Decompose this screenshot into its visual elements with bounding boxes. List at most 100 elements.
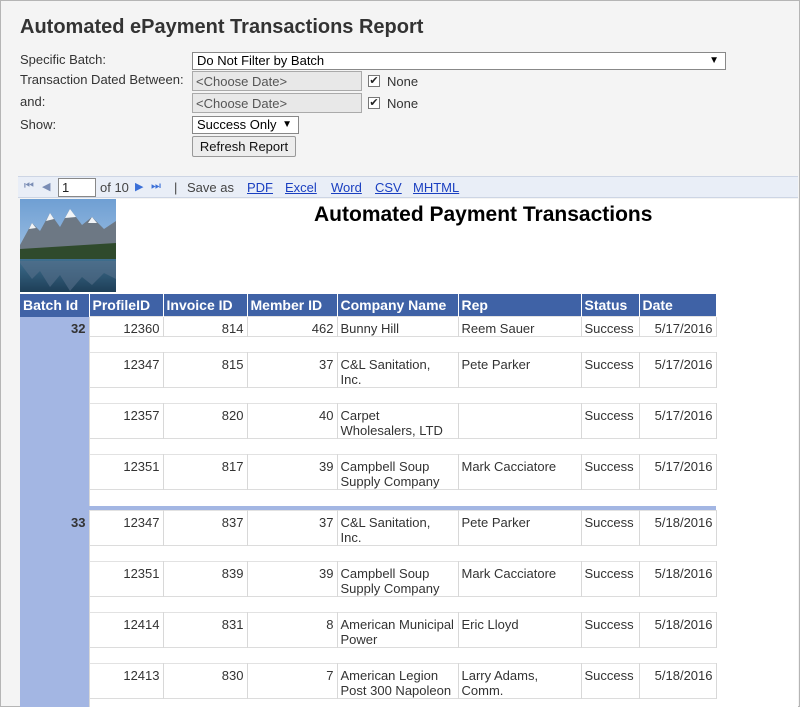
profile-id-cell: 12414 (89, 612, 164, 648)
rep-cell: Mark Cacciatore (458, 561, 582, 597)
save-word-link[interactable]: Word (331, 180, 362, 195)
column-header-batch-id[interactable]: Batch Id (20, 294, 90, 317)
date-cell: 5/18/2016 (639, 510, 717, 546)
member-id-cell: 7 (247, 663, 338, 699)
invoice-id-cell: 817 (163, 454, 248, 490)
invoice-id-cell: 839 (163, 561, 248, 597)
batch-id-cell: 32 (20, 316, 90, 506)
previous-page-icon[interactable]: ◀ (42, 180, 50, 193)
member-id-cell: 462 (247, 316, 338, 337)
table-header-row: Batch Id ProfileID Invoice ID Member ID … (20, 294, 717, 317)
profile-id-cell: 12413 (89, 663, 164, 699)
date-between-label: Transaction Dated Between: (20, 72, 184, 87)
rep-cell: Pete Parker (458, 352, 582, 388)
table-row: 32 12360 814 462 Bunny Hill Reem Sauer S… (20, 316, 717, 506)
company-name-cell: Bunny Hill (337, 316, 459, 337)
invoice-id-cell: 815 (163, 352, 248, 388)
member-id-cell: 8 (247, 612, 338, 648)
table-row: 12413 830 7 American Legion Post 300 Nap… (20, 663, 717, 699)
chevron-down-icon: ▼ (282, 119, 292, 130)
invoice-id-cell: 837 (163, 510, 248, 546)
status-cell: Success (581, 316, 640, 337)
invoice-id-cell: 814 (163, 316, 248, 337)
row-spacer (20, 545, 716, 562)
member-id-cell: 39 (247, 454, 338, 490)
save-mhtml-link[interactable]: MHTML (413, 180, 459, 195)
batch-select[interactable]: Do Not Filter by Batch ▼ (192, 52, 726, 70)
member-id-cell: 40 (247, 403, 338, 439)
company-name-cell: Carpet Wholesalers, LTD (337, 403, 459, 439)
show-select[interactable]: Success Only ▼ (192, 116, 299, 134)
report-toolbar: ⏮ ◀ 1 of 10 ▶ ⏭ | Save as PDF Excel Word… (18, 176, 798, 198)
row-spacer (20, 698, 716, 707)
date-cell: 5/18/2016 (639, 612, 717, 648)
date-from-none-label: None (387, 74, 419, 89)
status-cell: Success (581, 403, 640, 439)
batch-id-cell: 33 (20, 510, 90, 707)
column-header-status[interactable]: Status (581, 294, 640, 317)
rep-cell: Reem Sauer (458, 316, 582, 337)
date-cell: 5/17/2016 (639, 352, 717, 388)
rep-cell: Eric Lloyd (458, 612, 582, 648)
next-page-icon[interactable]: ▶ (135, 180, 143, 193)
row-spacer (20, 596, 716, 613)
and-label: and: (20, 94, 46, 109)
row-spacer (20, 438, 716, 455)
profile-id-cell: 12351 (89, 561, 164, 597)
member-id-cell: 37 (247, 352, 338, 388)
refresh-report-button[interactable]: Refresh Report (192, 136, 296, 157)
date-to-input[interactable]: <Choose Date> (192, 93, 362, 113)
rep-cell (458, 403, 582, 439)
batch-filter-label: Specific Batch: (20, 52, 106, 67)
report-viewer[interactable]: Automated Payment Transactions Batch Id … (20, 199, 798, 707)
date-from-input[interactable]: <Choose Date> (192, 71, 362, 91)
table-row: 12357 820 40 Carpet Wholesalers, LTD Suc… (20, 403, 717, 439)
row-spacer (20, 647, 716, 664)
status-cell: Success (581, 454, 640, 490)
column-header-date[interactable]: Date (639, 294, 717, 317)
invoice-id-cell: 830 (163, 663, 248, 699)
transactions-table: Batch Id ProfileID Invoice ID Member ID … (20, 294, 717, 707)
date-from-none-checkbox[interactable]: ✔ (368, 75, 380, 87)
column-header-member-id[interactable]: Member ID (247, 294, 338, 317)
table-row: 12351 839 39 Campbell Soup Supply Compan… (20, 561, 717, 597)
date-cell: 5/17/2016 (639, 454, 717, 490)
date-cell: 5/17/2016 (639, 316, 717, 337)
save-csv-link[interactable]: CSV (375, 180, 402, 195)
rep-cell: Larry Adams, Comm. (458, 663, 582, 699)
chevron-down-icon: ▼ (709, 55, 719, 66)
first-page-icon[interactable]: ⏮ (24, 180, 34, 193)
date-to-none-label: None (387, 96, 419, 111)
table-row: 12414 831 8 American Municipal Power Eri… (20, 612, 717, 648)
table-row: 12347 815 37 C&L Sanitation, Inc. Pete P… (20, 352, 717, 388)
column-header-invoice-id[interactable]: Invoice ID (163, 294, 248, 317)
profile-id-cell: 12360 (89, 316, 164, 337)
save-as-label: Save as (187, 180, 234, 195)
date-cell: 5/18/2016 (639, 561, 717, 597)
member-id-cell: 37 (247, 510, 338, 546)
column-header-rep[interactable]: Rep (458, 294, 582, 317)
invoice-id-cell: 820 (163, 403, 248, 439)
last-page-icon[interactable]: ⏭ (151, 180, 161, 193)
date-cell: 5/18/2016 (639, 663, 717, 699)
status-cell: Success (581, 510, 640, 546)
profile-id-cell: 12347 (89, 352, 164, 388)
table-row: 33 12347 837 37 C&L Sanitation, Inc. Pet… (20, 510, 717, 707)
company-name-cell: Campbell Soup Supply Company (337, 454, 459, 490)
date-to-none-checkbox[interactable]: ✔ (368, 97, 380, 109)
save-excel-link[interactable]: Excel (285, 180, 317, 195)
company-name-cell: Campbell Soup Supply Company (337, 561, 459, 597)
page-number-input[interactable]: 1 (58, 178, 96, 197)
profile-id-cell: 12351 (89, 454, 164, 490)
company-name-cell: C&L Sanitation, Inc. (337, 352, 459, 388)
column-header-profile-id[interactable]: ProfileID (89, 294, 164, 317)
status-cell: Success (581, 612, 640, 648)
save-pdf-link[interactable]: PDF (247, 180, 273, 195)
status-cell: Success (581, 352, 640, 388)
company-name-cell: American Municipal Power (337, 612, 459, 648)
row-spacer (20, 489, 716, 506)
company-name-cell: C&L Sanitation, Inc. (337, 510, 459, 546)
member-id-cell: 39 (247, 561, 338, 597)
column-header-company-name[interactable]: Company Name (337, 294, 459, 317)
status-cell: Success (581, 561, 640, 597)
